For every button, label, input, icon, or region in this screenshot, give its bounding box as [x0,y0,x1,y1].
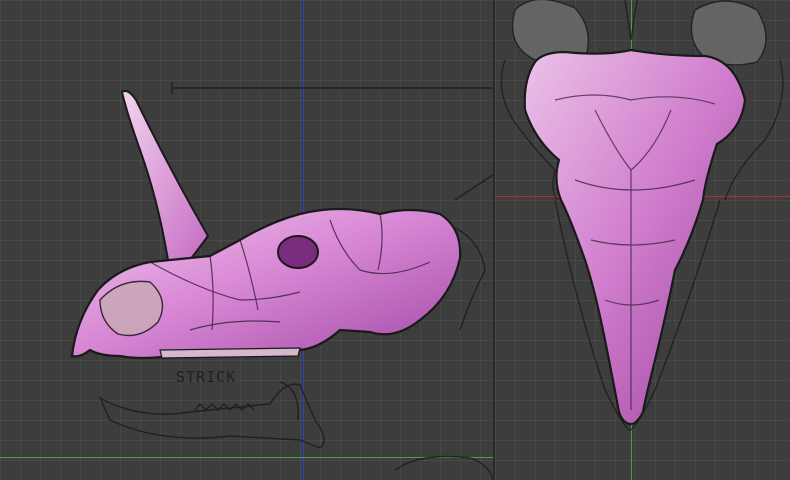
side-view-canvas [70,82,493,480]
sketch-annotation: STRICK [176,368,237,386]
jaw-teeth [159,347,301,359]
orbit [277,235,319,269]
skull-top-mesh [523,48,747,426]
skull-side-mesh [70,90,462,360]
top-view-viewport[interactable] [495,0,790,480]
top-view-canvas [500,0,784,431]
nasal-horn [120,90,210,261]
side-view-viewport[interactable]: STRICK [0,0,493,480]
frill-top [523,48,747,426]
viewport-area: STRICK [0,0,790,480]
